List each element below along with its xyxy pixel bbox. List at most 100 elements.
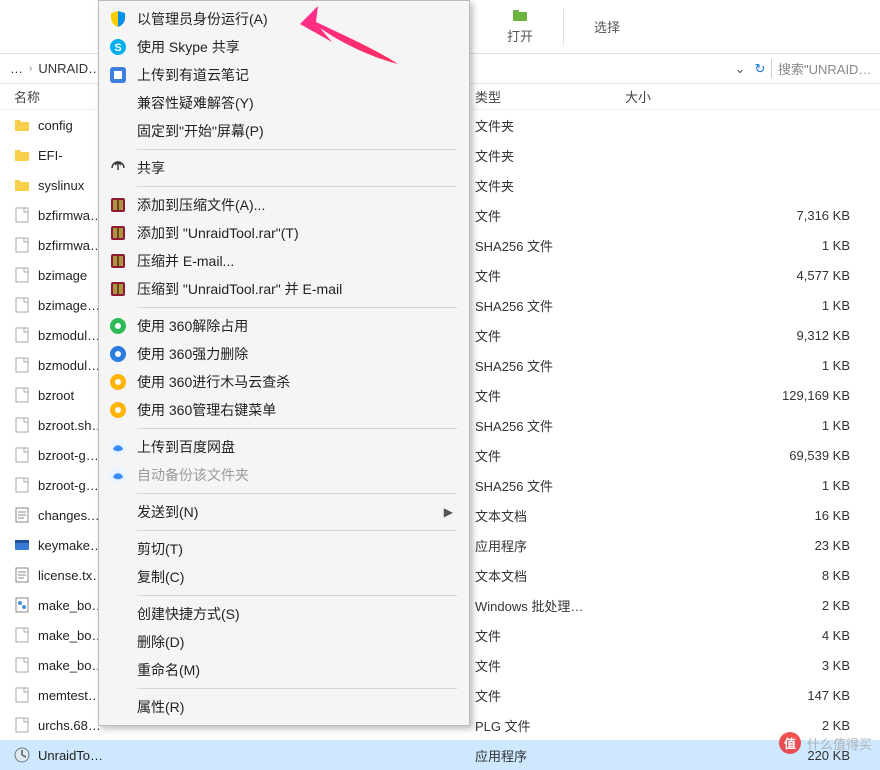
menu-item[interactable]: 上传到百度网盘 xyxy=(101,433,467,461)
file-name: bzfirmwa… xyxy=(38,238,103,253)
file-name: UnraidTo… xyxy=(38,748,103,763)
file-type: Windows 批处理… xyxy=(475,596,625,615)
file-icon xyxy=(14,627,30,643)
menu-item-label: 自动备份该文件夹 xyxy=(137,465,453,485)
txt-icon xyxy=(14,567,30,583)
breadcrumb[interactable]: UNRAID… xyxy=(32,61,107,76)
menu-item[interactable]: 使用 360解除占用 xyxy=(101,312,467,340)
file-type: 文本文档 xyxy=(475,566,625,585)
file-icon xyxy=(14,687,30,703)
open-label: 打开 xyxy=(507,26,533,45)
rar-icon xyxy=(109,280,127,298)
menu-item[interactable]: 发送到(N)▶ xyxy=(101,498,467,526)
file-icon xyxy=(14,477,30,493)
select-action[interactable]: 选择 xyxy=(572,17,642,36)
360g-icon xyxy=(109,317,127,335)
file-size: 2 KB xyxy=(625,718,880,733)
menu-item[interactable]: 属性(R) xyxy=(101,693,467,721)
menu-item[interactable]: 添加到 "UnraidTool.rar"(T) xyxy=(101,219,467,247)
watermark: 值 什么值得买 xyxy=(779,732,872,754)
file-name: make_bo… xyxy=(38,658,104,673)
open-action[interactable]: 打开 xyxy=(485,8,555,45)
menu-item[interactable]: 兼容性疑难解答(Y) xyxy=(101,89,467,117)
table-row[interactable]: UnraidTo…应用程序220 KB xyxy=(0,740,880,770)
file-icon xyxy=(14,717,30,733)
file-name: bzroot-g… xyxy=(38,478,99,493)
menu-item[interactable]: 上传到有道云笔记 xyxy=(101,61,467,89)
open-icon xyxy=(512,8,528,24)
watermark-text: 什么值得买 xyxy=(807,734,872,753)
menu-item-label: 复制(C) xyxy=(137,567,453,587)
file-name: bzimage… xyxy=(38,298,100,313)
menu-item-label: 上传到有道云笔记 xyxy=(137,65,453,85)
blank-icon xyxy=(109,605,127,623)
file-size: 147 KB xyxy=(625,688,880,703)
txt-icon xyxy=(14,507,30,523)
file-type: 文件夹 xyxy=(475,176,625,195)
file-icon xyxy=(14,447,30,463)
file-type: 文件 xyxy=(475,386,625,405)
menu-item[interactable]: 压缩并 E-mail... xyxy=(101,247,467,275)
menu-item[interactable]: 剪切(T) xyxy=(101,535,467,563)
svg-text:S: S xyxy=(114,42,121,54)
file-name: changes.… xyxy=(38,508,104,523)
menu-item[interactable]: 复制(C) xyxy=(101,563,467,591)
menu-item-label: 发送到(N) xyxy=(137,502,434,522)
menu-separator xyxy=(137,530,457,531)
rar-icon xyxy=(109,224,127,242)
file-name: config xyxy=(38,118,73,133)
blank-icon xyxy=(109,568,127,586)
menu-separator xyxy=(137,428,457,429)
file-name: memtest… xyxy=(38,688,101,703)
menu-item[interactable]: 创建快捷方式(S) xyxy=(101,600,467,628)
menu-item-label: 以管理员身份运行(A) xyxy=(137,9,453,29)
menu-item[interactable]: 添加到压缩文件(A)... xyxy=(101,191,467,219)
file-name: make_bo… xyxy=(38,598,104,613)
address-dropdown[interactable]: ⌄ xyxy=(731,61,749,77)
menu-item-label: 固定到"开始"屏幕(P) xyxy=(137,121,453,141)
menu-item-label: 使用 Skype 共享 xyxy=(137,37,453,57)
menu-item[interactable]: 使用 360强力删除 xyxy=(101,340,467,368)
file-name: bzimage xyxy=(38,268,87,283)
refresh-icon[interactable]: ↻ xyxy=(749,61,771,77)
menu-item[interactable]: 重命名(M) xyxy=(101,656,467,684)
menu-item[interactable]: 固定到"开始"屏幕(P) xyxy=(101,117,467,145)
menu-item-label: 兼容性疑难解答(Y) xyxy=(137,93,453,113)
bat-icon xyxy=(14,597,30,613)
shield-icon xyxy=(109,10,127,28)
menu-item[interactable]: 删除(D) xyxy=(101,628,467,656)
search-input[interactable]: 搜索"UNRAID… xyxy=(771,59,876,78)
360y-icon xyxy=(109,401,127,419)
blank-icon xyxy=(109,698,127,716)
file-type: 文件 xyxy=(475,686,625,705)
file-name: bzroot.sh… xyxy=(38,418,104,433)
menu-item[interactable]: 共享 xyxy=(101,154,467,182)
file-type: SHA256 文件 xyxy=(475,236,625,255)
share-icon xyxy=(109,159,127,177)
menu-item-label: 添加到 "UnraidTool.rar"(T) xyxy=(137,223,453,243)
breadcrumb[interactable]: … xyxy=(4,61,29,76)
file-name: syslinux xyxy=(38,178,84,193)
rar-icon xyxy=(109,252,127,270)
file-size: 129,169 KB xyxy=(625,388,880,403)
file-size: 9,312 KB xyxy=(625,328,880,343)
file-name: bzroot xyxy=(38,388,74,403)
menu-item[interactable]: 使用 360进行木马云查杀 xyxy=(101,368,467,396)
select-label: 选择 xyxy=(594,17,620,36)
file-icon xyxy=(14,327,30,343)
menu-item[interactable]: 压缩到 "UnraidTool.rar" 并 E-mail xyxy=(101,275,467,303)
file-size: 4 KB xyxy=(625,628,880,643)
file-size: 23 KB xyxy=(625,538,880,553)
file-type: 应用程序 xyxy=(475,536,625,555)
menu-item[interactable]: 以管理员身份运行(A) xyxy=(101,5,467,33)
menu-item[interactable]: 使用 360管理右键菜单 xyxy=(101,396,467,424)
file-icon xyxy=(14,237,30,253)
header-size[interactable]: 大小 xyxy=(625,87,880,106)
toolbar-divider xyxy=(563,9,564,45)
file-type: 文件 xyxy=(475,626,625,645)
file-name: urchs.68… xyxy=(38,718,101,733)
menu-item[interactable]: S 使用 Skype 共享 xyxy=(101,33,467,61)
blank-icon xyxy=(109,503,127,521)
header-type[interactable]: 类型 xyxy=(475,87,625,106)
blank-icon xyxy=(109,94,127,112)
